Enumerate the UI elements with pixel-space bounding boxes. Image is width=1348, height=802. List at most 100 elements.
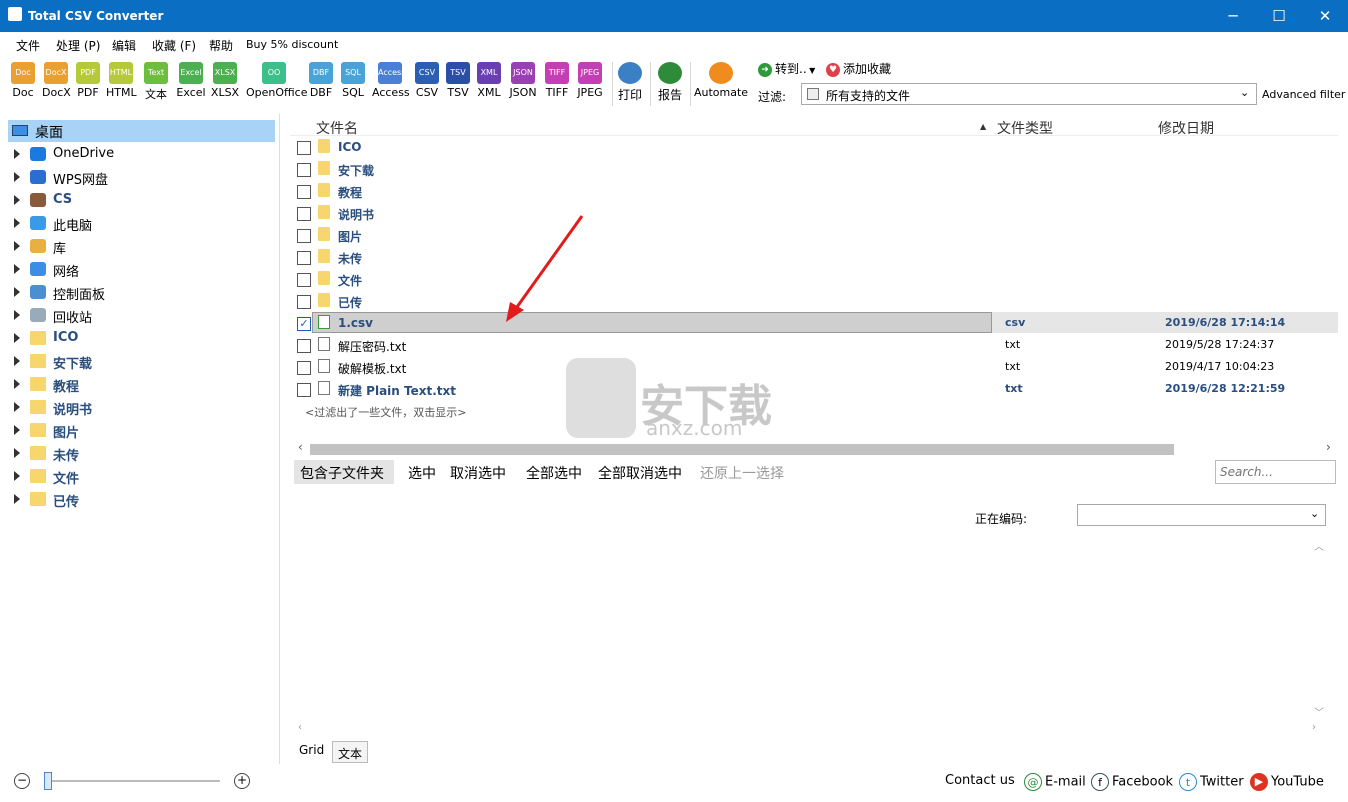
expand-arrow-icon[interactable] — [14, 218, 20, 228]
close-button[interactable]: ✕ — [1302, 0, 1348, 32]
expand-arrow-icon[interactable] — [14, 172, 20, 182]
expand-arrow-icon[interactable] — [14, 241, 20, 251]
menu-edit[interactable]: 编辑 — [112, 37, 136, 54]
tree-item[interactable]: 安下载 — [0, 351, 276, 373]
export-docx-button[interactable]: DocX DocX — [42, 62, 71, 99]
scroll-right-icon[interactable]: › — [1326, 440, 1331, 454]
email-link[interactable]: @ E-mail — [1024, 773, 1086, 791]
file-row[interactable]: 破解模板.txt txt 2019/4/17 10:04:23 — [290, 356, 1338, 378]
file-row[interactable]: 新建 Plain Text.txt txt 2019/6/28 12:21:59 — [290, 378, 1338, 400]
scroll-left-icon[interactable]: ‹ — [298, 440, 303, 454]
twitter-link[interactable]: t Twitter — [1179, 773, 1244, 791]
contact-us-link[interactable]: Contact us — [945, 773, 1015, 788]
scroll-up-icon[interactable]: ︿ — [1314, 538, 1324, 553]
file-row[interactable]: 图片 — [290, 224, 1338, 246]
youtube-link[interactable]: ▶ YouTube — [1250, 773, 1324, 791]
zoom-slider[interactable] — [48, 780, 220, 782]
file-checkbox[interactable] — [297, 185, 311, 199]
expand-arrow-icon[interactable] — [14, 448, 20, 458]
menu-help[interactable]: 帮助 — [209, 37, 233, 54]
tree-item[interactable]: 教程 — [0, 374, 276, 396]
zoom-out-icon[interactable]: − — [14, 773, 30, 789]
export-jpeg-button[interactable]: JPEG JPEG — [576, 62, 604, 99]
file-row[interactable]: ✓ 1.csv csv 2019/6/28 17:14:14 — [290, 312, 1338, 334]
export-文本-button[interactable]: Text 文本 — [142, 62, 170, 102]
export-openoffice-button[interactable]: OO OpenOffice — [246, 62, 308, 99]
menu-process[interactable]: 处理 (P) — [56, 37, 100, 54]
expand-arrow-icon[interactable] — [14, 149, 20, 159]
export-pdf-button[interactable]: PDF PDF — [76, 62, 100, 99]
tree-item[interactable]: ICO — [0, 328, 276, 350]
tree-item[interactable]: CS — [0, 190, 276, 212]
export-tiff-button[interactable]: TIFF TIFF — [542, 62, 572, 99]
file-checkbox[interactable] — [297, 383, 311, 397]
file-checkbox[interactable] — [297, 207, 311, 221]
advanced-filter-link[interactable]: Advanced filter — [1262, 88, 1345, 101]
file-checkbox[interactable] — [297, 361, 311, 375]
filtered-note[interactable]: <过滤出了一些文件，双击显示> — [305, 404, 466, 420]
file-checkbox[interactable] — [297, 229, 311, 243]
tab-text[interactable]: 文本 — [332, 741, 368, 763]
print-button[interactable]: 打印 — [616, 62, 644, 103]
menu-favorites[interactable]: 收藏 (F) — [152, 37, 196, 54]
expand-arrow-icon[interactable] — [14, 425, 20, 435]
filter-select[interactable]: 所有支持的文件 ⌄ — [801, 83, 1257, 105]
export-json-button[interactable]: JSON JSON — [508, 62, 538, 99]
tab-grid[interactable]: Grid — [299, 743, 324, 757]
export-csv-button[interactable]: CSV CSV — [414, 62, 440, 99]
file-row[interactable]: 已传 — [290, 290, 1338, 312]
expand-arrow-icon[interactable] — [14, 287, 20, 297]
tree-item[interactable]: 文件 — [0, 466, 276, 488]
file-row[interactable]: 安下载 — [290, 158, 1338, 180]
expand-arrow-icon[interactable] — [14, 356, 20, 366]
scrollbar-thumb[interactable] — [310, 444, 1174, 455]
facebook-link[interactable]: f Facebook — [1091, 773, 1173, 791]
select-all-button[interactable]: 全部选中 — [526, 463, 582, 483]
file-row[interactable]: ICO — [290, 136, 1338, 158]
scroll-right-icon[interactable]: › — [1312, 722, 1316, 733]
file-row[interactable]: 说明书 — [290, 202, 1338, 224]
scroll-down-icon[interactable]: ﹀ — [1314, 704, 1324, 719]
add-favorite-button[interactable]: ♥ 添加收藏 — [826, 60, 891, 77]
expand-arrow-icon[interactable] — [14, 471, 20, 481]
export-excel-button[interactable]: Excel Excel — [176, 62, 206, 99]
file-checkbox[interactable] — [297, 273, 311, 287]
export-xml-button[interactable]: XML XML — [476, 62, 502, 99]
column-modified[interactable]: 修改日期 — [1158, 118, 1214, 138]
expand-arrow-icon[interactable] — [14, 310, 20, 320]
tree-item[interactable]: 控制面板 — [0, 282, 276, 304]
file-row[interactable]: 解压密码.txt txt 2019/5/28 17:24:37 — [290, 334, 1338, 356]
include-subfolders-toggle[interactable]: 包含子文件夹 — [294, 460, 394, 484]
export-sql-button[interactable]: SQL SQL — [340, 62, 366, 99]
report-button[interactable]: 报告 — [654, 62, 686, 103]
expand-arrow-icon[interactable] — [14, 195, 20, 205]
expand-arrow-icon[interactable] — [14, 264, 20, 274]
column-filename[interactable]: 文件名 — [316, 118, 358, 138]
tree-item[interactable]: 未传 — [0, 443, 276, 465]
expand-arrow-icon[interactable] — [14, 402, 20, 412]
zoom-in-icon[interactable]: + — [234, 773, 250, 789]
expand-arrow-icon[interactable] — [14, 494, 20, 504]
tree-root-desktop[interactable]: 桌面 — [8, 120, 275, 142]
tree-item[interactable]: 图片 — [0, 420, 276, 442]
tree-item[interactable]: 此电脑 — [0, 213, 276, 235]
automate-button[interactable]: Automate — [694, 62, 748, 99]
file-checkbox[interactable]: ✓ — [297, 317, 311, 331]
file-checkbox[interactable] — [297, 295, 311, 309]
export-tsv-button[interactable]: TSV TSV — [446, 62, 470, 99]
expand-arrow-icon[interactable] — [14, 379, 20, 389]
search-input[interactable] — [1215, 460, 1336, 484]
zoom-slider-handle[interactable] — [44, 772, 52, 790]
select-button[interactable]: 选中 — [408, 463, 436, 483]
export-html-button[interactable]: HTML HTML — [106, 62, 137, 99]
file-row[interactable]: 文件 — [290, 268, 1338, 290]
restore-selection-button[interactable]: 还原上一选择 — [700, 463, 784, 483]
tree-item[interactable]: 库 — [0, 236, 276, 258]
file-row[interactable]: 教程 — [290, 180, 1338, 202]
export-xlsx-button[interactable]: XLSX XLSX — [210, 62, 240, 99]
tree-item[interactable]: OneDrive — [0, 144, 276, 166]
tree-item[interactable]: 网络 — [0, 259, 276, 281]
tree-item[interactable]: 说明书 — [0, 397, 276, 419]
menu-file[interactable]: 文件 — [16, 37, 40, 54]
file-checkbox[interactable] — [297, 141, 311, 155]
